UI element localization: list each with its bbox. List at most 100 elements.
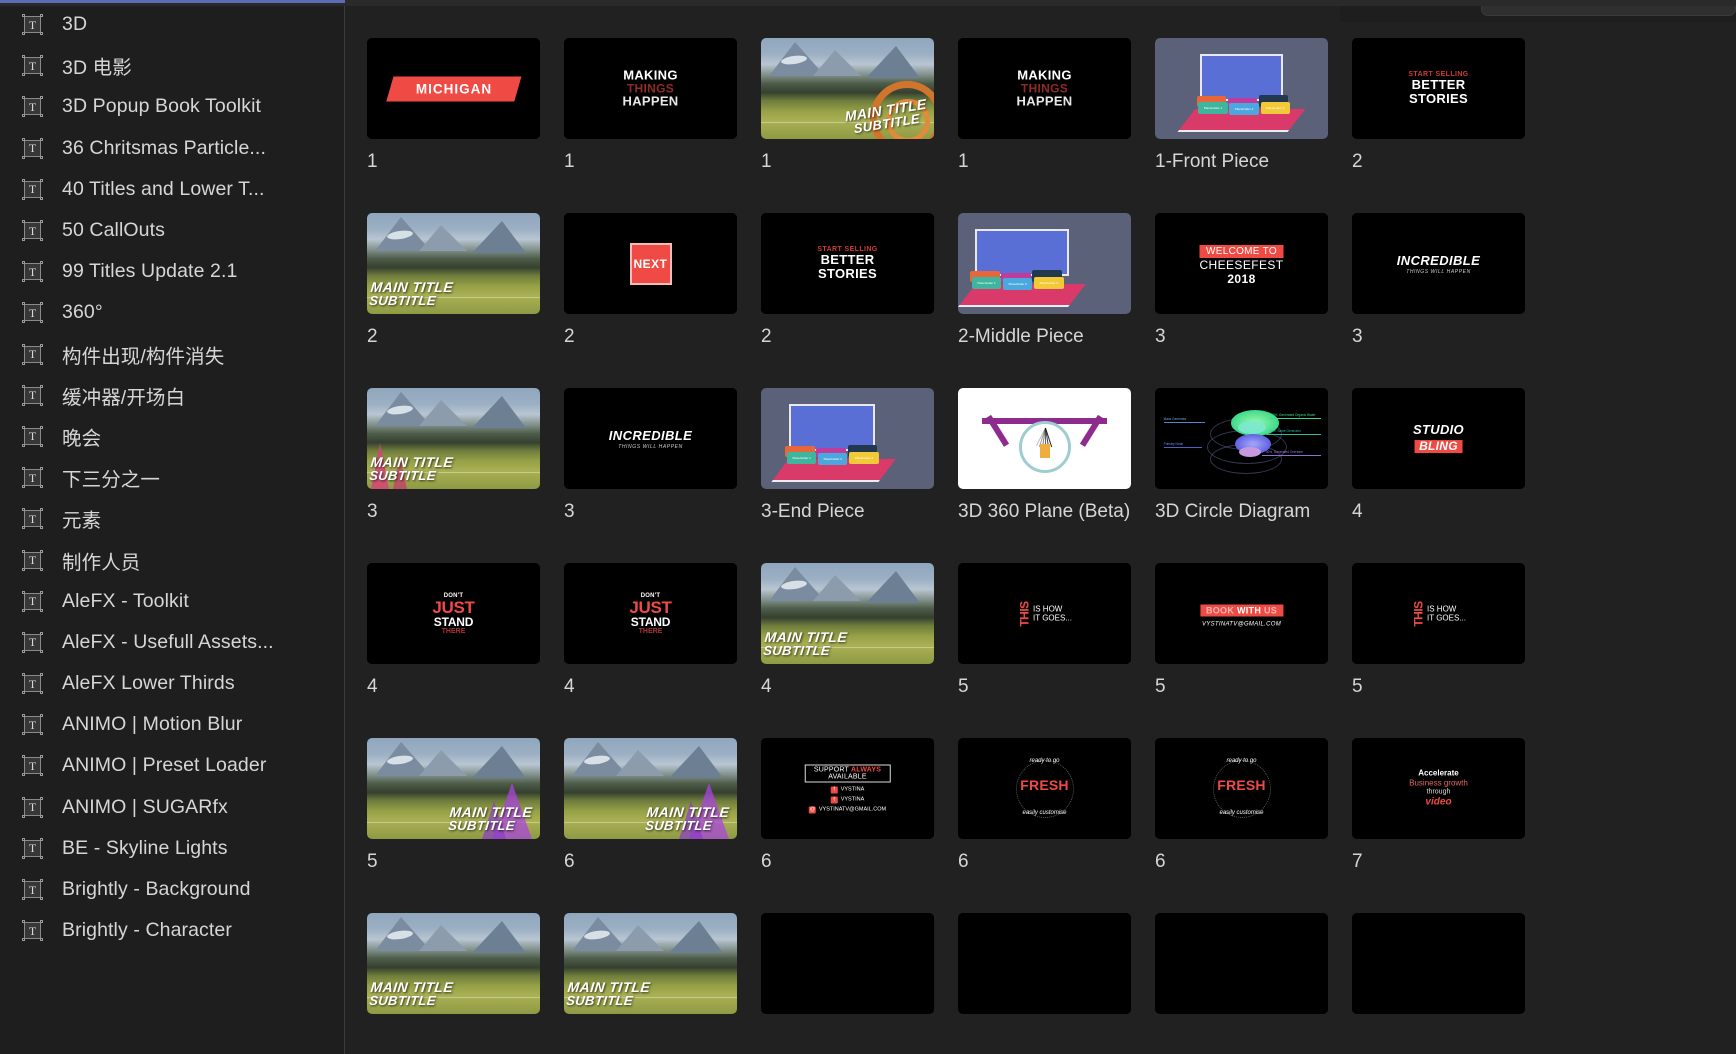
sidebar-item-12[interactable]: T 元素	[0, 498, 344, 539]
template-thumbnail[interactable]: MAIN TITLE SUBTITLE	[367, 738, 540, 839]
sidebar-item-label: ANIMO | SUGARfx	[62, 795, 228, 818]
sidebar-item-8[interactable]: T 构件出现/构件消失	[0, 334, 344, 375]
grid-item	[1155, 913, 1352, 1054]
grid-item: MAIN TITLE SUBTITLE 1	[761, 38, 958, 213]
sidebar-item-label: Brightly - Character	[62, 919, 232, 942]
template-thumbnail[interactable]: INCREDIBLE THINGS WILL HAPPEN	[564, 388, 737, 489]
sidebar-item-4[interactable]: T 40 Titles and Lower T...	[0, 169, 344, 210]
template-thumbnail[interactable]: NEXT	[564, 213, 737, 314]
sidebar-item-13[interactable]: T 制作人员	[0, 539, 344, 580]
sidebar-item-10[interactable]: T 晚会	[0, 416, 344, 457]
sidebar-item-20[interactable]: T BE - Skyline Lights	[0, 828, 344, 869]
template-thumbnail[interactable]: WELCOME TO CHEESEFEST 2018	[1155, 213, 1328, 314]
template-thumbnail[interactable]: MAIN TITLE SUBTITLE	[564, 913, 737, 1014]
sidebar-item-5[interactable]: T 50 CallOuts	[0, 210, 344, 251]
grid-item	[1352, 913, 1549, 1054]
template-thumbnail[interactable]: MAIN TITLE SUBTITLE	[367, 388, 540, 489]
this-is-how-it-goes-title: THIS IS HOW IT GOES...	[1411, 600, 1466, 627]
template-thumbnail[interactable]: INCREDIBLE THINGS WILL HAPPEN	[1352, 213, 1525, 314]
template-thumbnail[interactable]	[761, 913, 934, 1014]
template-thumbnail[interactable]: THIS IS HOW IT GOES...	[958, 563, 1131, 664]
template-thumbnail[interactable]: 40% Generated Organic Water 30% Same Gene…	[1155, 388, 1328, 489]
sidebar-item-19[interactable]: T ANIMO | SUGARfx	[0, 787, 344, 828]
better-stories-title: START SELLING BETTER STORIES	[817, 245, 878, 282]
template-caption: 3D Circle Diagram	[1155, 501, 1311, 522]
text-layer-icon: T	[22, 631, 43, 653]
template-thumbnail[interactable]: BOOK WITH US VYSTINATV@GMAIL.COM	[1155, 563, 1328, 664]
grid-item: WELCOME TO CHEESEFEST 2018 3	[1155, 213, 1352, 388]
sidebar-item-22[interactable]: T Brightly - Character	[0, 910, 344, 951]
template-thumbnail[interactable]	[958, 913, 1131, 1014]
template-thumbnail[interactable]: MAIN TITLE SUBTITLE	[761, 38, 934, 139]
template-caption: 3	[1155, 326, 1166, 347]
template-thumbnail[interactable]: MAKING THINGS HAPPEN	[958, 38, 1131, 139]
sidebar-item-label: 制作人员	[62, 551, 141, 574]
template-thumbnail[interactable]	[1352, 913, 1525, 1014]
book-with-us-title: BOOK WITH US VYSTINATV@GMAIL.COM	[1199, 600, 1284, 627]
sidebar-item-16[interactable]: T AleFX Lower Thirds	[0, 663, 344, 704]
text-layer-icon: T	[22, 96, 43, 118]
main-title-overlay: MAIN TITLE SUBTITLE	[368, 279, 455, 309]
template-thumbnail[interactable]: Placeholder 1 Placeholder 2 Placeholder 3	[1155, 38, 1328, 139]
main-title-overlay: MAIN TITLE SUBTITLE	[368, 979, 455, 1009]
template-caption: 6	[564, 851, 575, 872]
template-caption: 5	[1155, 676, 1166, 697]
text-layer-icon: T	[22, 261, 43, 283]
360-plane-illustration	[958, 388, 1131, 489]
template-thumbnail[interactable]: Accelerate Business growth through video	[1352, 738, 1525, 839]
template-caption: 2	[367, 326, 378, 347]
sidebar-item-6[interactable]: T 99 Titles Update 2.1	[0, 251, 344, 292]
sidebar-item-18[interactable]: T ANIMO | Preset Loader	[0, 745, 344, 786]
sidebar[interactable]: T 3D T 3D 电影 T 3D Popup Book Toolkit T 36 Chrit…	[0, 0, 345, 1054]
sidebar-item-17[interactable]: T ANIMO | Motion Blur	[0, 704, 344, 745]
sidebar-item-0[interactable]: T 3D	[0, 4, 344, 45]
sidebar-item-2[interactable]: T 3D Popup Book Toolkit	[0, 86, 344, 127]
template-thumbnail[interactable]: MAIN TITLE SUBTITLE	[761, 563, 934, 664]
grid-item: Placeholder 1 Placeholder 2 Placeholder 3 1…	[1155, 38, 1352, 213]
template-thumbnail[interactable]: THIS IS HOW IT GOES...	[1352, 563, 1525, 664]
template-thumbnail[interactable]: ready to go FRESH easily customise	[958, 738, 1131, 839]
sidebar-list: T 3D T 3D 电影 T 3D Popup Book Toolkit T 36 Chrit…	[0, 4, 344, 951]
template-thumbnail[interactable]: MICHIGAN	[367, 38, 540, 139]
making-things-happen-title: MAKING THINGS HAPPEN	[622, 66, 679, 109]
template-thumbnail[interactable]	[1155, 913, 1328, 1014]
fresh-badge: ready to go FRESH easily customise	[1211, 758, 1273, 820]
text-layer-icon: T	[22, 508, 43, 530]
template-thumbnail[interactable]: START SELLING BETTER STORIES	[1352, 38, 1525, 139]
template-thumbnail[interactable]: Placeholder 1 Placeholder 2 Placeholder 3	[761, 388, 934, 489]
template-thumbnail[interactable]: MAIN TITLE SUBTITLE	[564, 738, 737, 839]
sidebar-item-14[interactable]: T AleFX - Toolkit	[0, 581, 344, 622]
template-caption: 3-End Piece	[761, 501, 865, 522]
template-thumbnail[interactable]: MAKING THINGS HAPPEN	[564, 38, 737, 139]
text-layer-icon: T	[22, 220, 43, 242]
sidebar-item-label: AleFX Lower Thirds	[62, 672, 235, 695]
sidebar-item-label: ANIMO | Motion Blur	[62, 713, 243, 736]
sidebar-item-15[interactable]: T AleFX - Usefull Assets...	[0, 622, 344, 663]
template-thumbnail[interactable]: SUPPORT ALWAYS AVAILABLE f VYSTINA t VYSTINA…	[761, 738, 934, 839]
sidebar-item-3[interactable]: T 36 Chritsmas Particle...	[0, 128, 344, 169]
template-caption: 3	[564, 501, 575, 522]
template-thumbnail[interactable]: Placeholder 1 Placeholder 2 Placeholder 3	[958, 213, 1131, 314]
sidebar-item-1[interactable]: T 3D 电影	[0, 45, 344, 86]
template-thumbnail[interactable]: ready to go FRESH easily customise	[1155, 738, 1328, 839]
grid-item: MAIN TITLE SUBTITLE 4	[761, 563, 958, 738]
template-thumbnail[interactable]: STUDIO BLING	[1352, 388, 1525, 489]
laptop-illustration: Placeholder 1 Placeholder 2 Placeholder 3	[761, 388, 934, 489]
template-thumbnail[interactable]	[958, 388, 1131, 489]
template-thumbnail[interactable]: DON'T JUST STAND THERE	[564, 563, 737, 664]
template-thumbnail[interactable]: DON'T JUST STAND THERE	[367, 563, 540, 664]
sidebar-item-7[interactable]: T 360°	[0, 292, 344, 333]
sidebar-item-11[interactable]: T 下三分之一	[0, 457, 344, 498]
cheesefest-title: WELCOME TO CHEESEFEST 2018	[1199, 244, 1284, 286]
making-things-happen-title: MAKING THINGS HAPPEN	[1016, 66, 1073, 109]
text-layer-icon: T	[22, 796, 43, 818]
sidebar-item-9[interactable]: T 缓冲器/开场白	[0, 375, 344, 416]
template-thumbnail[interactable]: MAIN TITLE SUBTITLE	[367, 913, 540, 1014]
main-title-overlay: MAIN TITLE SUBTITLE	[368, 454, 455, 484]
template-thumbnail[interactable]: MAIN TITLE SUBTITLE	[367, 213, 540, 314]
text-layer-icon: T	[22, 879, 43, 901]
template-caption: 5	[958, 676, 969, 697]
sidebar-item-21[interactable]: T Brightly - Background	[0, 869, 344, 910]
main-title-overlay: MAIN TITLE SUBTITLE	[762, 629, 849, 659]
template-thumbnail[interactable]: START SELLING BETTER STORIES	[761, 213, 934, 314]
